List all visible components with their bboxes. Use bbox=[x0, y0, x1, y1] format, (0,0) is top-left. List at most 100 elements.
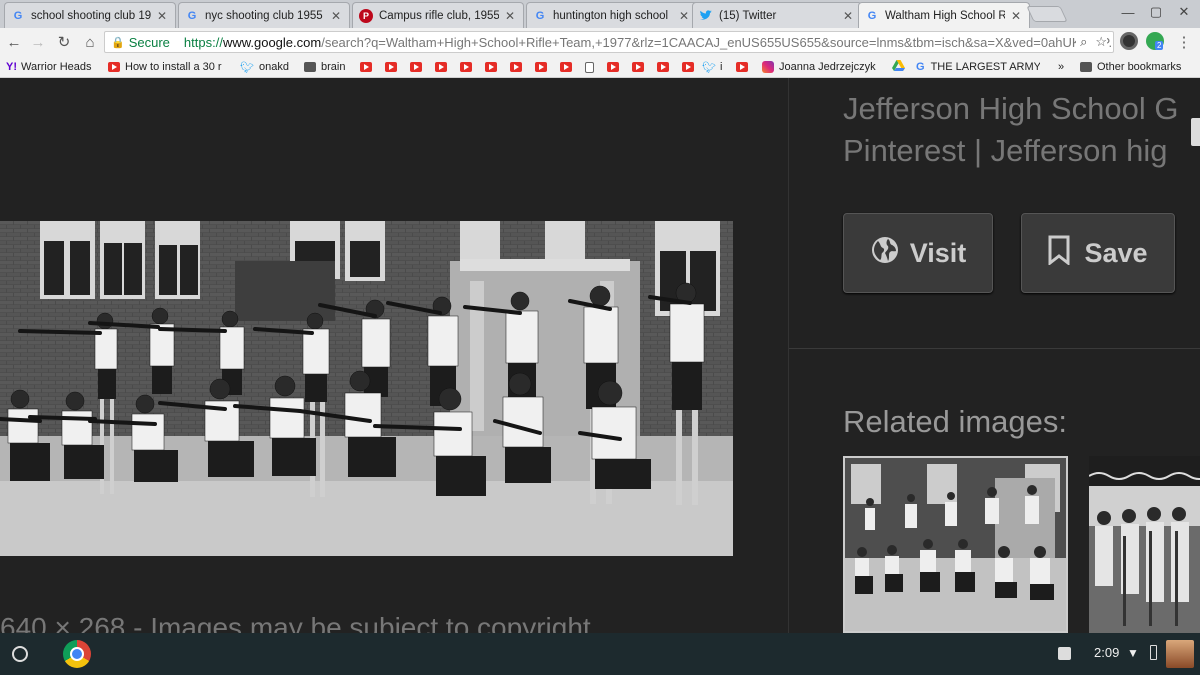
youtube-icon[interactable] bbox=[485, 62, 497, 72]
tab-strip: G school shooting club 19 ✕ G nyc shooti… bbox=[0, 0, 1200, 28]
google-icon: G bbox=[916, 61, 925, 73]
google-icon: G bbox=[867, 9, 877, 22]
youtube-icon bbox=[108, 62, 120, 72]
tab-twitter[interactable]: (15) Twitter ✕ bbox=[692, 2, 862, 28]
scrollbar-thumb[interactable] bbox=[1191, 118, 1200, 146]
reload-icon[interactable]: ↻ bbox=[54, 32, 74, 52]
youtube-icon[interactable] bbox=[632, 62, 644, 72]
bookmark-drive[interactable] bbox=[892, 59, 910, 75]
clock[interactable]: 2:09 bbox=[1094, 645, 1119, 660]
tab-campus-rifle-club[interactable]: P Campus rifle club, 1955 ✕ bbox=[352, 2, 524, 28]
menu-icon[interactable]: ⋮ bbox=[1174, 32, 1194, 52]
extension-icon[interactable] bbox=[1120, 32, 1138, 50]
bookmark-i[interactable]: 🐦︎ i bbox=[702, 59, 732, 75]
bookmark-icon bbox=[1048, 235, 1070, 272]
maximize-icon[interactable]: ▢ bbox=[1146, 2, 1166, 22]
youtube-icon[interactable] bbox=[607, 62, 619, 72]
bookmark-other[interactable]: Other bookmarks bbox=[1080, 59, 1196, 75]
tab-waltham-high-school[interactable]: G Waltham High School Ri ✕ bbox=[858, 2, 1030, 28]
main-photo[interactable] bbox=[0, 221, 733, 556]
youtube-icon[interactable] bbox=[657, 62, 669, 72]
google-icon: G bbox=[13, 9, 23, 22]
youtube-icon[interactable] bbox=[510, 62, 522, 72]
twitter-icon: 🐦︎ bbox=[702, 61, 716, 74]
page-icon[interactable] bbox=[585, 61, 594, 73]
bookmark-label: onakd bbox=[258, 61, 289, 73]
chevron-double-right-icon: » bbox=[1058, 61, 1065, 73]
home-icon[interactable]: ⌂ bbox=[80, 32, 100, 52]
address-bar[interactable]: 🔒 Secure https:// www.google.com /search… bbox=[104, 31, 1114, 53]
google-icon: G bbox=[535, 9, 545, 22]
related-images-heading: Related images: bbox=[843, 404, 1068, 439]
secure-label: Secure bbox=[128, 34, 170, 50]
close-window-icon[interactable]: ✕ bbox=[1174, 2, 1194, 22]
globe-icon bbox=[870, 235, 900, 272]
bookmark-largest-army[interactable]: G THE LARGEST ARMY bbox=[916, 59, 1040, 75]
bookmark-label: Other bookmarks bbox=[1097, 61, 1182, 73]
battery-icon[interactable] bbox=[1150, 645, 1157, 660]
minimize-icon[interactable]: — bbox=[1118, 2, 1138, 22]
new-tab-button[interactable] bbox=[1026, 6, 1068, 22]
related-image-thumbnail[interactable] bbox=[1089, 456, 1200, 633]
bookmark-joanna[interactable]: Joanna Jedrzejczyk bbox=[762, 59, 880, 75]
youtube-icon[interactable] bbox=[385, 62, 397, 72]
bookmark-onakd[interactable]: 🐦︎ onakd bbox=[240, 59, 300, 75]
youtube-icon[interactable] bbox=[435, 62, 447, 72]
instagram-icon bbox=[762, 61, 774, 73]
twitter-icon bbox=[699, 9, 713, 23]
twitter-icon: 🐦︎ bbox=[240, 61, 254, 74]
youtube-icon[interactable] bbox=[410, 62, 422, 72]
visit-button[interactable]: Visit bbox=[843, 213, 993, 293]
youtube-icon[interactable] bbox=[460, 62, 472, 72]
bookmark-label: Warrior Heads bbox=[21, 61, 92, 73]
tab-label: (15) Twitter bbox=[719, 9, 777, 22]
bookmarks-overflow-button[interactable]: » bbox=[1058, 59, 1070, 75]
yahoo-icon: Y! bbox=[6, 61, 17, 73]
back-icon[interactable]: ← bbox=[4, 32, 24, 52]
youtube-icon[interactable] bbox=[682, 62, 694, 72]
close-icon[interactable]: ✕ bbox=[677, 9, 691, 23]
related-image-thumbnail[interactable] bbox=[843, 456, 1068, 633]
launcher-icon[interactable] bbox=[12, 646, 28, 662]
image-title[interactable]: Jefferson High School G Pinterest | Jeff… bbox=[843, 88, 1200, 172]
bookmark-how-to-install[interactable]: How to install a 30 r bbox=[108, 59, 228, 75]
youtube-icon[interactable] bbox=[535, 62, 547, 72]
drive-icon bbox=[892, 60, 905, 74]
bookmark-brain[interactable]: brain bbox=[304, 59, 358, 75]
tab-label: nyc shooting club 1955 bbox=[205, 9, 323, 22]
save-button[interactable]: Save bbox=[1021, 213, 1175, 293]
bookmark-label: Joanna Jedrzejczyk bbox=[779, 61, 876, 73]
star-icon[interactable]: ☆ bbox=[1095, 34, 1107, 50]
bookmarks-bar: Y! Warrior Heads How to install a 30 r 🐦… bbox=[0, 56, 1200, 78]
close-icon[interactable]: ✕ bbox=[329, 9, 343, 23]
close-icon[interactable]: ✕ bbox=[503, 9, 517, 23]
avatar[interactable] bbox=[1166, 640, 1194, 668]
bookmark-warrior-heads[interactable]: Y! Warrior Heads bbox=[6, 59, 106, 75]
wifi-icon[interactable]: ▼ bbox=[1127, 646, 1139, 660]
image-details-panel: Jefferson High School G Pinterest | Jeff… bbox=[788, 78, 1200, 633]
title-line: Jefferson High School G bbox=[843, 91, 1179, 126]
close-icon[interactable]: ✕ bbox=[155, 9, 169, 23]
close-icon[interactable]: ✕ bbox=[841, 9, 855, 23]
image-viewer: 640 × 268 - Images may be subject to cop… bbox=[0, 78, 1200, 633]
chrome-icon[interactable] bbox=[63, 640, 91, 668]
photo-rifle-team bbox=[0, 221, 733, 556]
browser-toolbar: ← → ↻ ⌂ 🔒 Secure https:// www.google.com… bbox=[0, 28, 1200, 56]
extension-badge-icon[interactable]: 2 bbox=[1146, 32, 1164, 50]
youtube-icon[interactable] bbox=[560, 62, 572, 72]
title-line: Pinterest | Jefferson hig bbox=[843, 133, 1168, 168]
tab-nyc-shooting-club[interactable]: G nyc shooting club 1955 ✕ bbox=[178, 2, 350, 28]
bookmark-label: brain bbox=[321, 61, 346, 73]
bookmark-youtube[interactable] bbox=[736, 59, 756, 75]
tab-label: school shooting club 19 bbox=[31, 9, 151, 22]
tab-school-shooting-club[interactable]: G school shooting club 19 ✕ bbox=[4, 2, 176, 28]
forward-icon[interactable]: → bbox=[28, 32, 48, 52]
pinterest-icon: P bbox=[359, 8, 373, 23]
tab-huntington-high-school[interactable]: G huntington high school ✕ bbox=[526, 2, 698, 28]
youtube-icon[interactable] bbox=[360, 62, 372, 72]
zoom-icon[interactable]: ⌕ bbox=[1080, 34, 1087, 50]
divider bbox=[789, 348, 1200, 349]
screenshot-icon[interactable] bbox=[1058, 647, 1071, 660]
close-icon[interactable]: ✕ bbox=[1009, 9, 1023, 23]
tab-label: Campus rifle club, 1955 bbox=[379, 9, 499, 22]
